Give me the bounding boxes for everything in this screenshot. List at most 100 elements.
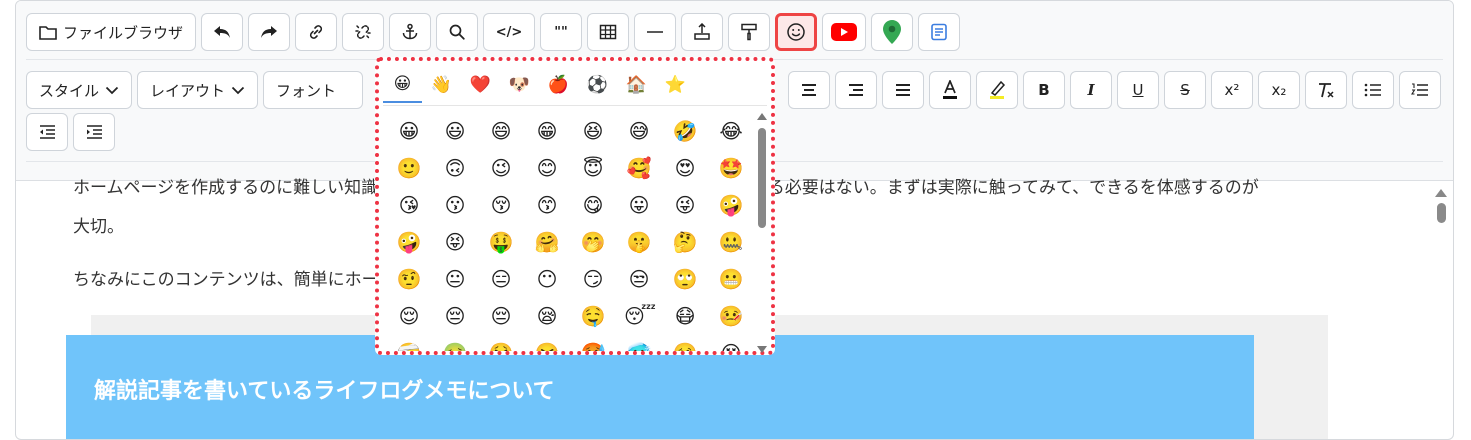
style-dropdown[interactable]: スタイル [26,71,133,109]
emoji-item[interactable]: 😐 [440,264,470,294]
horizontal-rule-button[interactable] [634,13,677,51]
clear-format-button[interactable] [1305,71,1347,109]
emoji-item[interactable]: 🤫 [624,227,654,257]
emoji-item[interactable]: 🤮 [486,338,516,351]
blockquote-button[interactable]: "" [540,13,583,51]
emoji-item[interactable]: 🤒 [716,301,746,331]
table-button[interactable] [587,13,630,51]
emoji-item[interactable]: 😋 [578,190,608,220]
content-scrollbar[interactable] [1435,189,1447,429]
emoji-item[interactable]: 😍 [670,153,700,183]
emoji-item[interactable]: 😘 [394,190,424,220]
font-dropdown[interactable]: フォント [263,71,364,109]
emoji-item[interactable]: 😬 [716,264,746,294]
layout-dropdown[interactable]: レイアウト [137,71,259,109]
emoji-category-tab[interactable]: 😀 [383,67,422,103]
emoji-category-tab[interactable]: 👋 [422,67,461,103]
emoji-item[interactable]: 😜 [670,190,700,220]
link-button[interactable] [295,13,338,51]
bullet-list-button[interactable] [1352,71,1394,109]
emoji-item[interactable]: 😂 [716,116,746,146]
underline-button[interactable]: U [1117,71,1159,109]
map-button[interactable] [871,13,914,51]
emoji-item[interactable]: 😊 [532,153,562,183]
emoji-item[interactable]: 🙃 [440,153,470,183]
emoji-item[interactable]: 😴 [624,301,656,331]
redo-button[interactable] [248,13,291,51]
strikethrough-button[interactable]: S [1164,71,1206,109]
youtube-button[interactable] [822,13,867,51]
subscript-button[interactable]: x₂ [1258,71,1300,109]
unlink-button[interactable] [342,13,385,51]
format-painter-button[interactable] [728,13,771,51]
emoji-item[interactable]: 😏 [578,264,608,294]
emoji-item[interactable]: 😔 [486,301,516,331]
emoji-category-tab[interactable]: 🍎 [539,67,578,103]
emoji-item[interactable]: 😗 [440,190,470,220]
emoji-item[interactable]: 🤧 [532,338,562,351]
emoji-item[interactable]: 😇 [578,153,608,183]
search-button[interactable] [436,13,479,51]
emoji-item[interactable]: 🤪 [716,190,746,220]
scroll-thumb[interactable] [1436,203,1446,223]
emoji-item[interactable]: 😑 [486,264,516,294]
scroll-up-arrow-icon[interactable] [1435,189,1447,197]
emoji-item[interactable]: 😁 [532,116,562,146]
emoji-item[interactable]: 🤢 [440,338,470,351]
page-break-button[interactable] [681,13,724,51]
italic-button[interactable]: I [1070,71,1112,109]
emoji-item[interactable]: 😙 [532,190,562,220]
scroll-thumb[interactable] [758,128,766,228]
align-right-button[interactable] [835,71,877,109]
undo-button[interactable] [201,13,244,51]
emoji-item[interactable]: 🤗 [532,227,562,257]
emoji-item[interactable]: 😃 [440,116,470,146]
numbered-list-button[interactable] [1399,71,1441,109]
emoji-item[interactable]: 😛 [624,190,654,220]
emoji-item[interactable]: 🙄 [670,264,700,294]
emoji-item[interactable]: 🤕 [394,338,424,351]
emoji-item[interactable]: 🤪 [394,227,424,257]
emoji-item[interactable]: 😆 [578,116,608,146]
document-button[interactable] [918,13,961,51]
emoji-item[interactable]: 😚 [486,190,516,220]
emoji-item[interactable]: 🤔 [670,227,700,257]
superscript-button[interactable]: x² [1211,71,1253,109]
source-code-button[interactable]: </> [483,13,536,51]
outdent-button[interactable] [26,113,68,151]
file-browser-button[interactable]: ファイルブラウザ [26,13,197,51]
emoji-item[interactable]: 🥶 [624,338,654,351]
emoji-category-tab[interactable]: ⚽ [578,67,617,103]
emoji-item[interactable]: 🤤 [578,301,608,331]
emoji-item[interactable]: 🥵 [578,338,608,351]
emoji-item[interactable]: 🤑 [486,227,516,257]
emoji-item[interactable]: 😅 [624,116,654,146]
emoji-item[interactable]: 😷 [670,301,700,331]
emoji-item[interactable]: 🤨 [394,264,424,294]
anchor-button[interactable] [389,13,432,51]
emoji-item[interactable]: 🥴 [670,338,700,351]
emoji-category-tab[interactable]: 🐶 [500,67,539,103]
emoji-item[interactable]: 😶 [532,264,562,294]
emoji-button[interactable] [775,13,818,51]
emoji-item[interactable]: 😔 [440,301,470,331]
emoji-category-tab[interactable]: 🏠 [617,67,656,103]
emoji-category-tab[interactable]: ❤️ [461,67,500,103]
emoji-item[interactable]: 😌 [394,301,424,331]
emoji-item[interactable]: 🤣 [670,116,700,146]
indent-button[interactable] [73,113,115,151]
emoji-item[interactable]: 🙂 [394,153,424,183]
highlight-color-button[interactable] [976,71,1018,109]
emoji-item[interactable]: 🤐 [716,227,746,257]
align-center-button[interactable] [788,71,830,109]
emoji-item[interactable]: 😉 [486,153,516,183]
scroll-up-arrow-icon[interactable] [757,113,767,120]
emoji-item[interactable]: 😒 [624,264,654,294]
emoji-scrollbar[interactable] [757,113,767,353]
align-justify-button[interactable] [882,71,924,109]
emoji-item[interactable]: 🤭 [578,227,608,257]
emoji-item[interactable]: 😝 [440,227,470,257]
emoji-category-tab[interactable]: ⭐ [656,67,695,103]
emoji-item[interactable]: 😵 [716,338,746,351]
emoji-item[interactable]: 😄 [486,116,516,146]
